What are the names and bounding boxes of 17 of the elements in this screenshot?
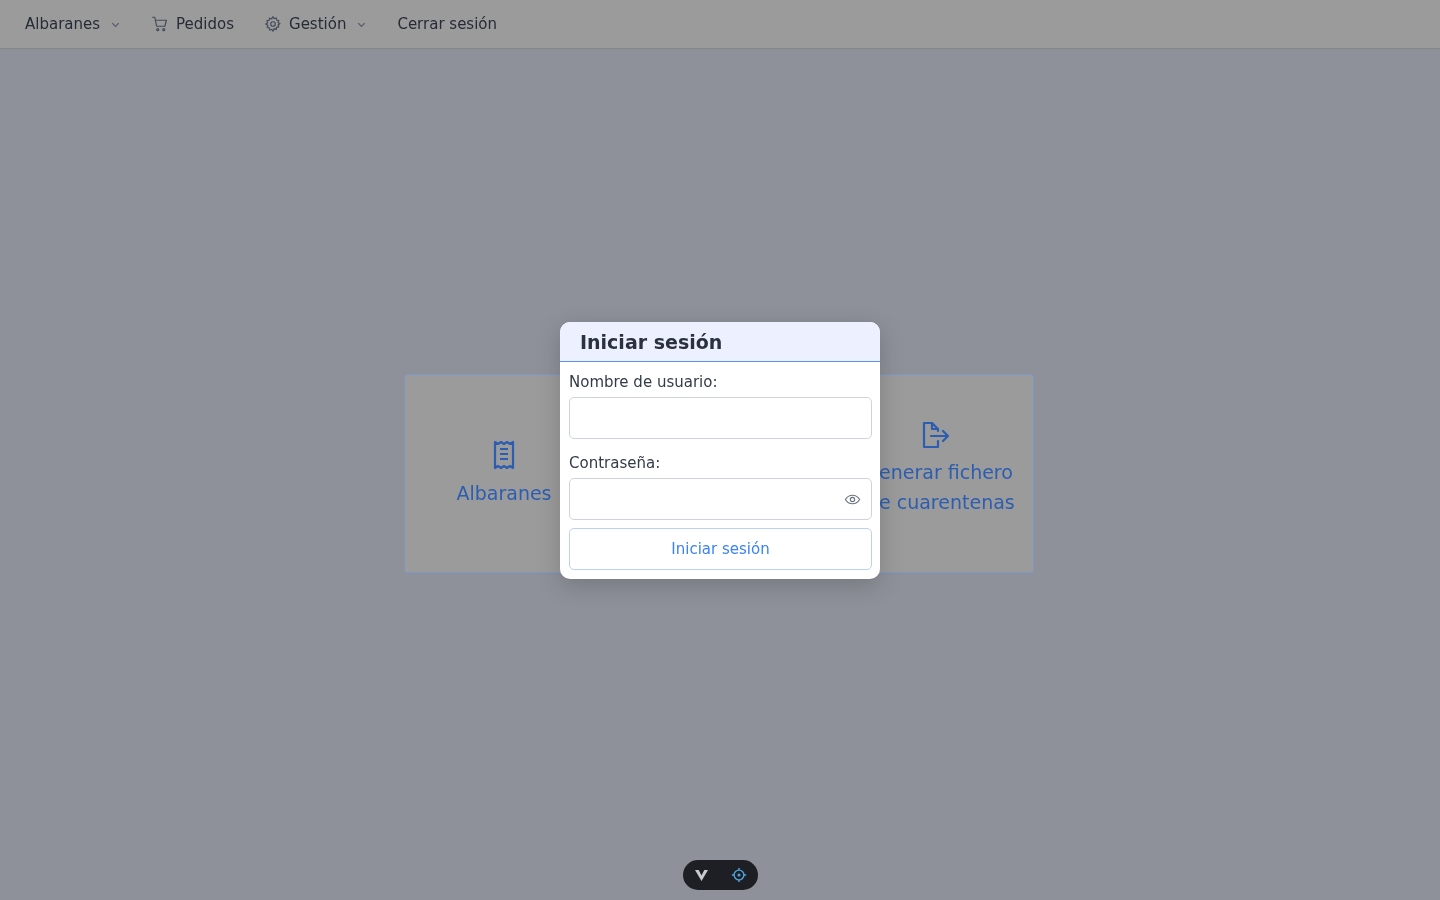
nav-item[interactable]: Albaranes <box>14 9 133 39</box>
password-field[interactable] <box>569 478 872 520</box>
receipt-icon <box>492 439 516 470</box>
target-icon[interactable] <box>731 867 747 883</box>
settings-icon <box>264 15 282 33</box>
card-title: e cuarentenas <box>879 489 1015 515</box>
dialog-title: Iniciar sesión <box>580 330 723 353</box>
v-logo-icon[interactable] <box>694 868 709 882</box>
nav-item[interactable]: Pedidos <box>140 9 245 39</box>
card-title: Albaranes <box>456 480 552 506</box>
nav-item[interactable]: Gestión <box>253 9 379 39</box>
username-field[interactable] <box>569 397 872 439</box>
card-title: enerar fichero <box>879 459 1013 485</box>
cart-icon <box>151 15 170 33</box>
nav-item[interactable]: Cerrar sesión <box>386 9 509 39</box>
login-button[interactable]: Iniciar sesión <box>569 528 872 570</box>
file-export-icon <box>920 420 950 449</box>
